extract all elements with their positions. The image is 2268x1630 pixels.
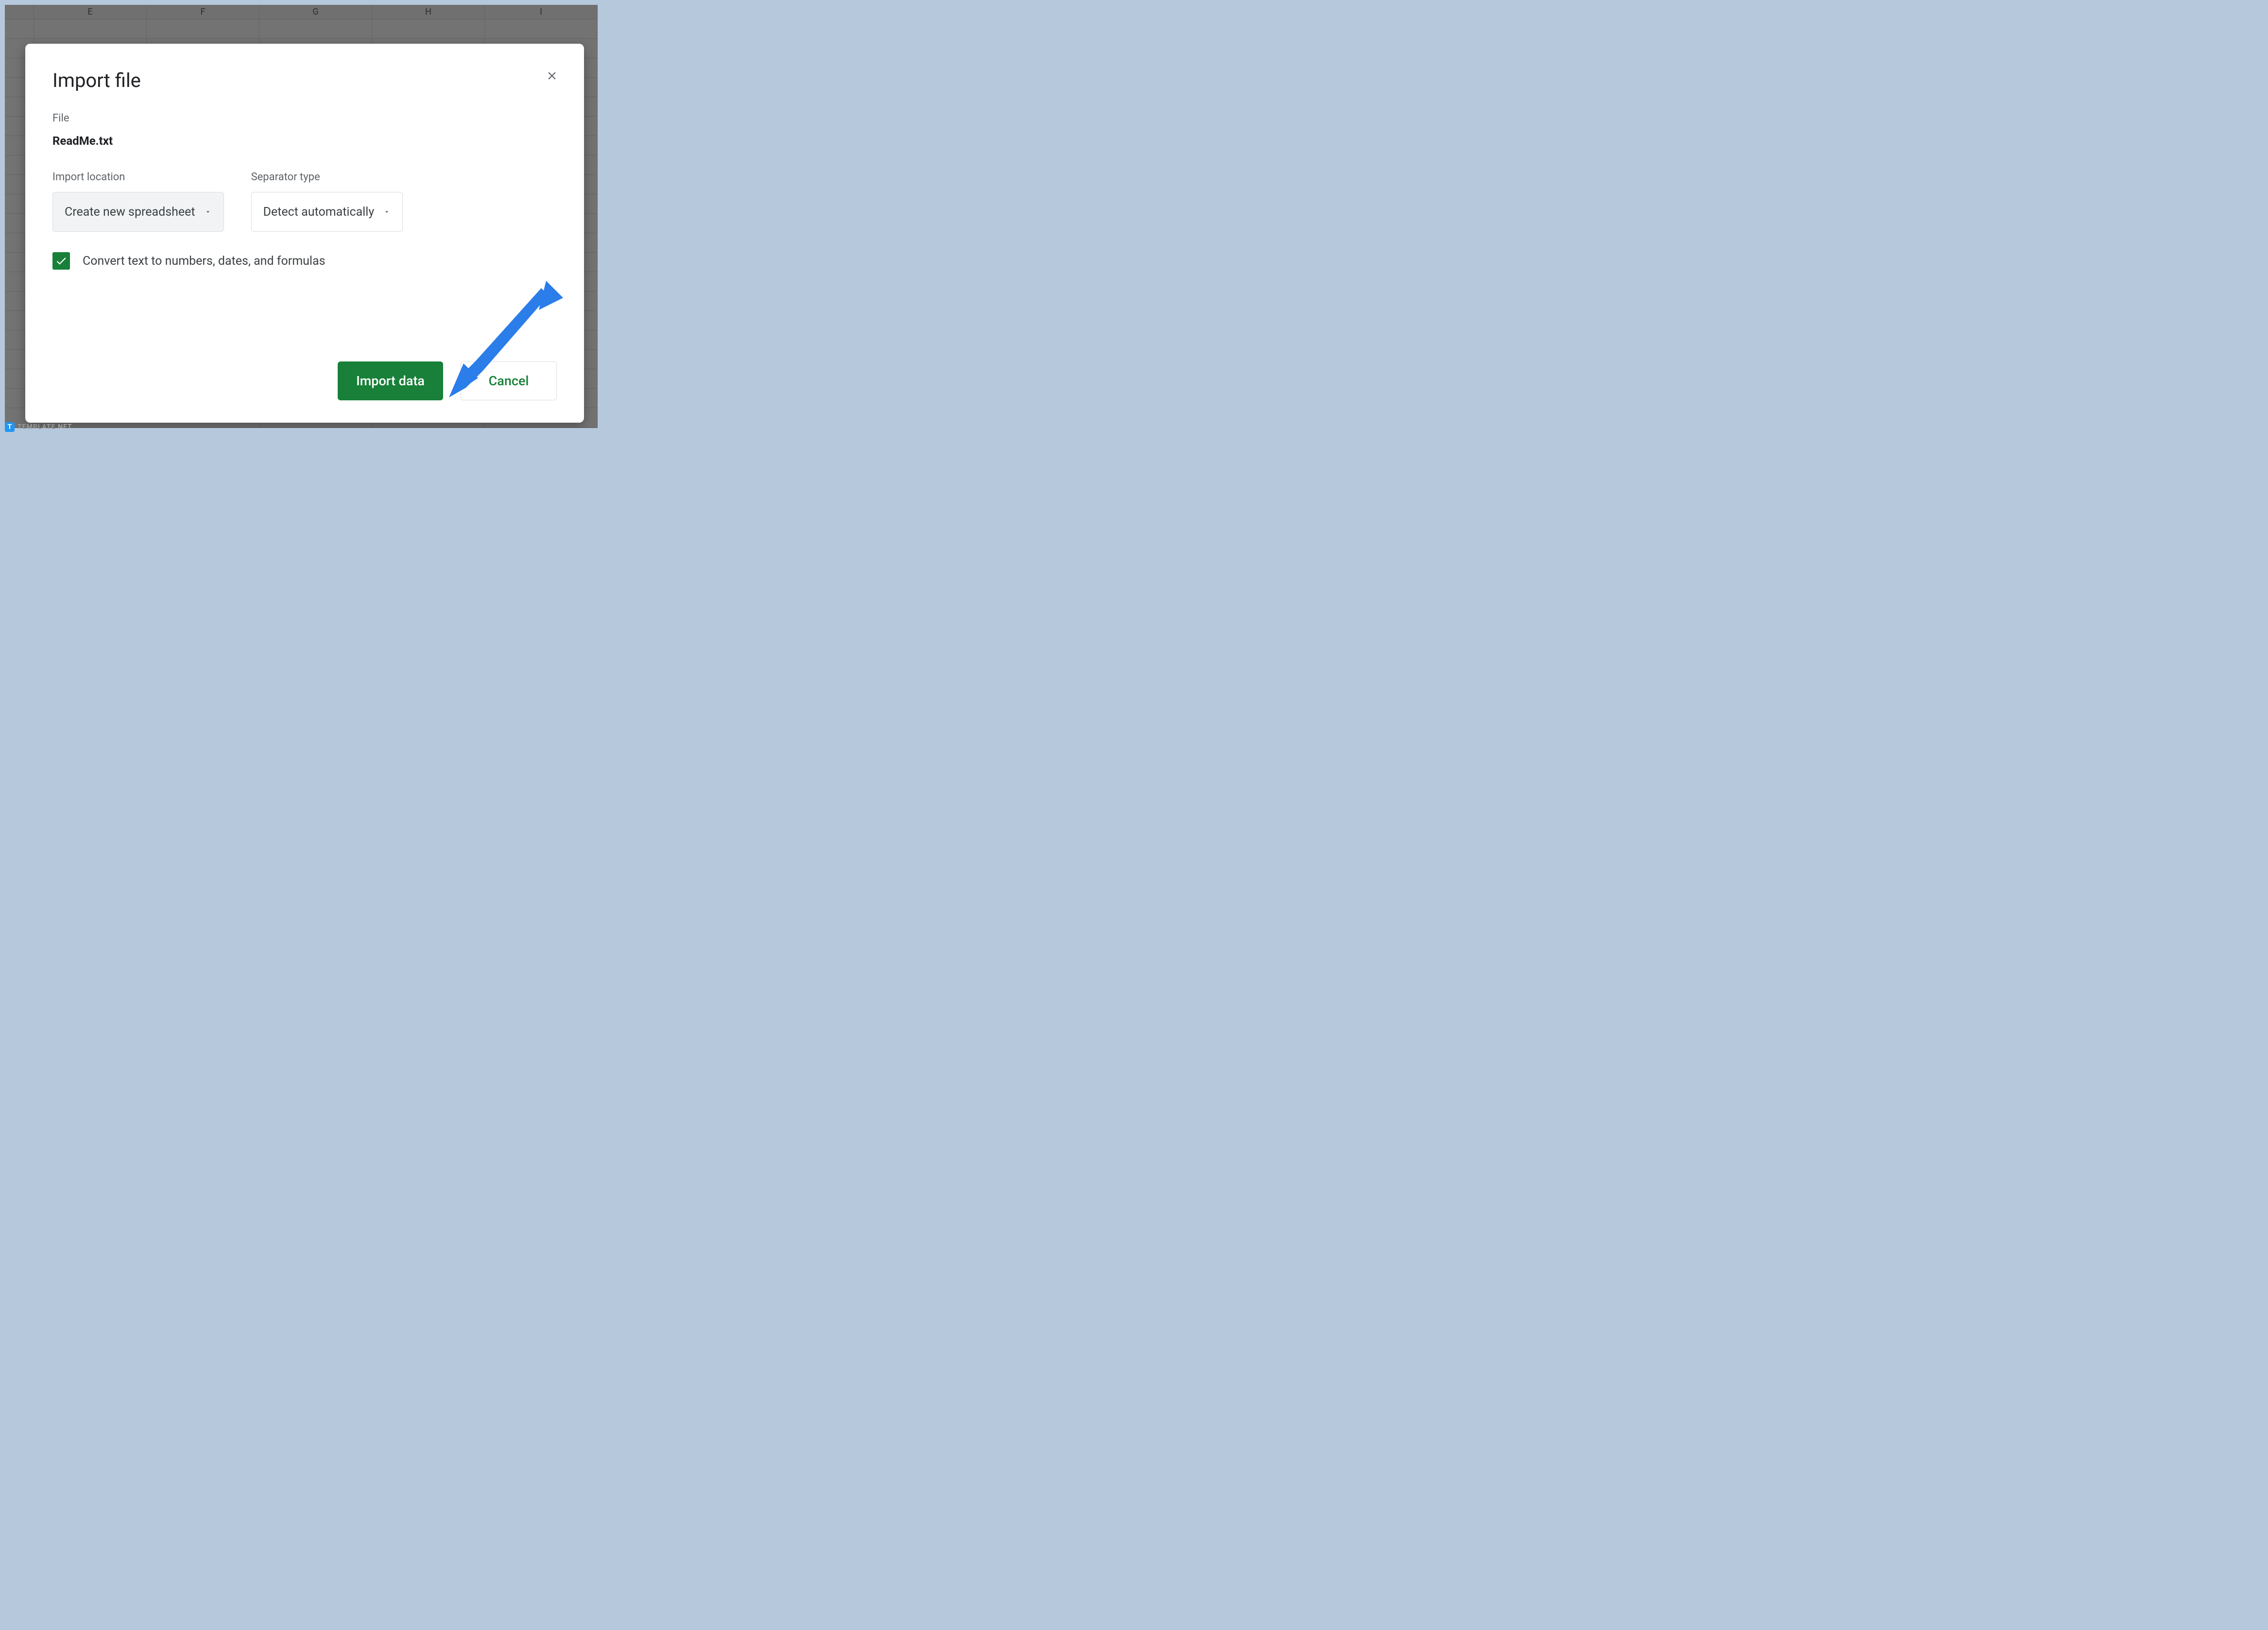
convert-checkbox-row: Convert text to numbers, dates, and form…	[52, 252, 557, 270]
watermark-badge: T	[5, 422, 15, 432]
import-location-label: Import location	[52, 171, 224, 183]
import-data-button[interactable]: Import data	[338, 361, 443, 400]
app-frame: E F G H I	[5, 5, 598, 428]
import-file-dialog: Import file File ReadMe.txt Import locat…	[25, 44, 584, 423]
watermark-text: TEMPLATE.NET	[17, 423, 72, 431]
convert-checkbox[interactable]	[52, 252, 70, 270]
chevron-down-icon	[383, 205, 391, 219]
separator-type-label: Separator type	[251, 171, 403, 183]
file-label: File	[52, 112, 557, 124]
file-name: ReadMe.txt	[52, 134, 557, 148]
cancel-button[interactable]: Cancel	[461, 361, 557, 400]
chevron-down-icon	[204, 205, 212, 219]
separator-type-dropdown[interactable]: Detect automatically	[251, 192, 403, 232]
import-location-value: Create new spreadsheet	[65, 205, 195, 219]
dialog-actions: Import data Cancel	[338, 361, 557, 400]
convert-checkbox-label: Convert text to numbers, dates, and form…	[83, 254, 326, 268]
separator-type-value: Detect automatically	[263, 205, 375, 219]
dialog-title: Import file	[52, 69, 557, 92]
checkmark-icon	[55, 255, 68, 267]
close-icon	[546, 69, 558, 82]
separator-type-group: Separator type Detect automatically	[251, 171, 403, 232]
import-location-group: Import location Create new spreadsheet	[52, 171, 224, 232]
import-location-dropdown[interactable]: Create new spreadsheet	[52, 192, 224, 232]
watermark: T TEMPLATE.NET	[5, 422, 72, 432]
close-button[interactable]	[543, 67, 561, 85]
options-row: Import location Create new spreadsheet S…	[52, 171, 557, 232]
